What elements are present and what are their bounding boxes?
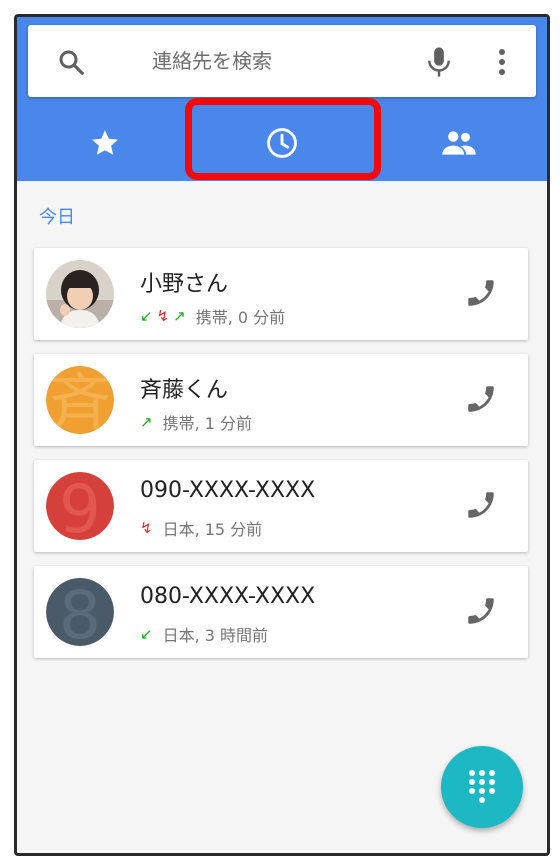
search-input[interactable]: 連絡先を検索	[152, 47, 272, 75]
phone-icon[interactable]	[464, 276, 498, 310]
incoming-call-icon: ↙	[140, 307, 153, 325]
contact-name: 小野さん	[140, 272, 229, 297]
svg-text:9: 9	[59, 472, 101, 540]
mic-icon[interactable]	[424, 45, 454, 79]
search-icon[interactable]	[56, 47, 86, 77]
dialpad-button[interactable]	[441, 746, 523, 828]
incoming-call-icon: ↙	[140, 625, 153, 643]
svg-text:8: 8	[59, 578, 101, 646]
call-meta-text: 日本, 15 分前	[162, 520, 263, 539]
section-header-today: 今日	[39, 207, 75, 228]
more-options-icon[interactable]	[492, 45, 512, 79]
call-details: ↯ 日本, 15 分前	[140, 516, 262, 540]
phone-screen: 連絡先を検索 今日 小野さん ↙ ↯ ↗ 携帯, 0 分前 斉 斉藤くん ↗ 携…	[14, 14, 550, 856]
avatar	[46, 260, 114, 328]
avatar: 斉	[46, 366, 114, 434]
contact-name: 080-XXXX-XXXX	[140, 584, 316, 609]
call-details: ↙ 日本, 3 時間前	[140, 622, 268, 646]
outgoing-call-icon: ↗	[173, 307, 186, 325]
call-meta-text: 携帯, 1 分前	[162, 414, 253, 433]
avatar: 8	[46, 578, 114, 646]
call-log-item[interactable]: 9 090-XXXX-XXXX ↯ 日本, 15 分前	[34, 460, 528, 552]
tab-contacts[interactable]	[371, 105, 547, 181]
phone-icon[interactable]	[464, 382, 498, 416]
star-icon	[92, 130, 118, 155]
svg-text:斉: 斉	[49, 366, 111, 434]
call-log-item[interactable]: 斉 斉藤くん ↗ 携帯, 1 分前	[34, 354, 528, 446]
call-meta-text: 携帯, 0 分前	[195, 308, 286, 327]
avatar: 9	[46, 472, 114, 540]
highlight-box	[185, 98, 381, 180]
call-log-item[interactable]: 8 080-XXXX-XXXX ↙ 日本, 3 時間前	[34, 566, 528, 658]
contact-name: 090-XXXX-XXXX	[140, 478, 316, 503]
outgoing-call-icon: ↗	[140, 413, 153, 431]
missed-call-icon: ↯	[140, 519, 153, 537]
contact-name: 斉藤くん	[140, 378, 229, 403]
missed-call-icon: ↯	[156, 307, 170, 325]
tab-favorites[interactable]	[17, 105, 193, 181]
dialpad-icon	[469, 770, 495, 803]
phone-icon[interactable]	[464, 488, 498, 522]
search-bar[interactable]: 連絡先を検索	[28, 25, 536, 97]
call-details: ↗ 携帯, 1 分前	[140, 410, 252, 434]
people-icon	[442, 131, 476, 155]
phone-icon[interactable]	[464, 594, 498, 628]
call-meta-text: 日本, 3 時間前	[162, 626, 269, 645]
call-log-item[interactable]: 小野さん ↙ ↯ ↗ 携帯, 0 分前	[34, 248, 528, 340]
call-details: ↙ ↯ ↗ 携帯, 0 分前	[140, 304, 285, 328]
